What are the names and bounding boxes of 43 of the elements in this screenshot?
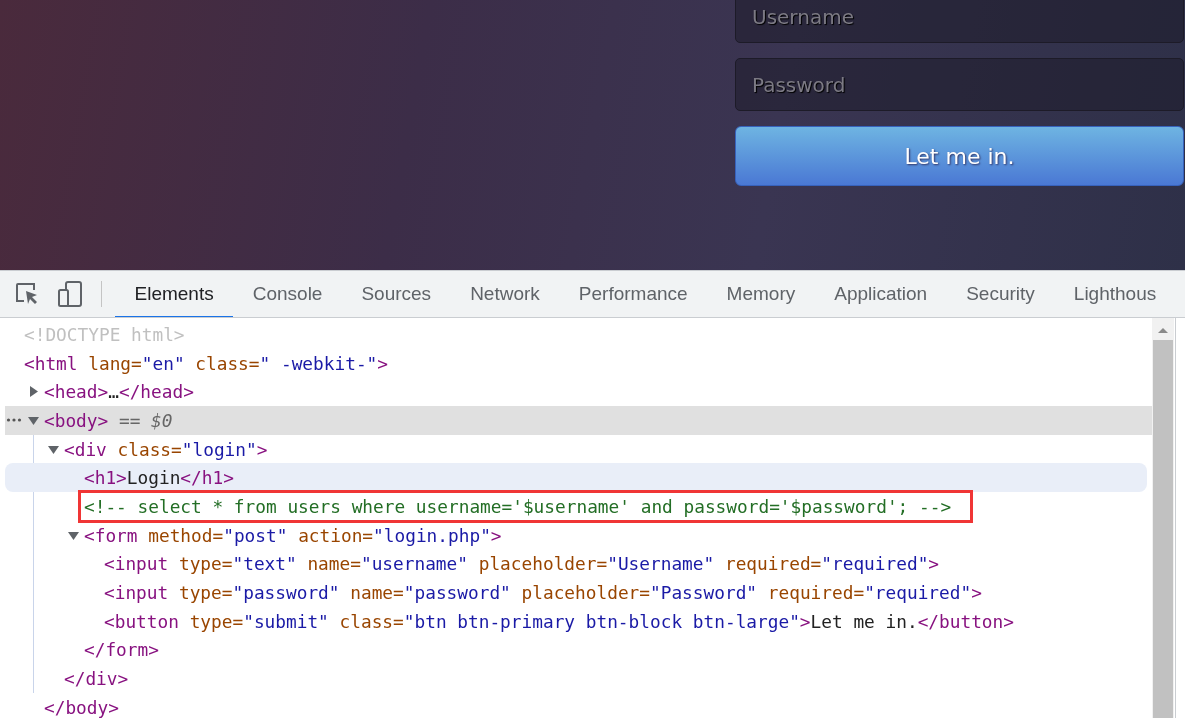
tree-row[interactable]: <form method="post" action="login.php"> <box>5 520 1152 550</box>
inspect-cursor-icon[interactable] <box>14 281 40 307</box>
code-line: <input type="password" name="password" placeholder="Password" required="required"> <box>104 582 982 604</box>
tree-row[interactable]: <input type="password" name="password" placeholder="Password" required="required"> <box>5 578 1152 607</box>
code-line: <h1>Login</h1> <box>84 467 234 489</box>
devtools-tab[interactable]: Network <box>450 271 560 317</box>
tree-row[interactable]: <div class="login"> <box>5 434 1152 464</box>
devtools-tab[interactable]: Memory <box>707 271 815 317</box>
tree-row[interactable]: <body> == $0 <box>5 406 1152 435</box>
tree-row[interactable]: <button type="submit" class="btn btn-primary btn-block btn-large">Let me in.</button> <box>5 606 1152 636</box>
code-line: </body> <box>44 696 119 718</box>
triangle-icon[interactable] <box>28 386 39 398</box>
code-line: <div class="login"> <box>64 438 268 460</box>
tree-row[interactable]: <input type="text" name="username" placeholder="Username" required="required"> <box>5 549 1152 579</box>
triangle-icon[interactable] <box>28 414 39 426</box>
code-line: <head>…</head> <box>44 381 194 403</box>
code-line: <body> == $0 <box>44 409 173 431</box>
tree-row[interactable]: <head>…</head> <box>5 377 1152 407</box>
device-toggle-icon[interactable] <box>57 280 83 308</box>
password-field[interactable]: Password <box>735 58 1184 111</box>
code-line: <input type="text" name="username" placeholder="Username" required="required"> <box>104 553 940 575</box>
triangle-icon[interactable] <box>68 529 79 541</box>
more-dots-icon[interactable] <box>6 417 22 424</box>
devtools-tab[interactable]: Console <box>233 271 342 317</box>
tree-row[interactable]: <html lang="en" class=" -webkit-"> <box>5 348 1152 378</box>
triangle-icon[interactable] <box>48 443 59 455</box>
code-line: </div> <box>64 668 129 690</box>
devtools-tab[interactable]: Sources <box>341 271 451 317</box>
code-line: <button type="submit" class="btn btn-primary btn-block btn-large">Let me in.</button> <box>104 610 1014 632</box>
devtools-tab[interactable]: Lighthous <box>1054 271 1176 317</box>
tree-row[interactable]: <!-- select * from users where username='$username' and password='$password'; --> <box>5 492 1152 521</box>
scroll-up-arrow-icon[interactable] <box>1157 326 1169 334</box>
devtools-tab[interactable]: Application <box>814 271 947 317</box>
username-field[interactable]: Username <box>735 0 1184 43</box>
scrollbar[interactable] <box>1152 318 1174 718</box>
code-line: <!DOCTYPE html> <box>24 323 185 345</box>
devtools-tab[interactable]: Security <box>946 271 1055 317</box>
code-line: </form> <box>84 639 159 661</box>
code-line: <form method="post" action="login.php"> <box>84 524 502 546</box>
code-line: <html lang="en" class=" -webkit-"> <box>24 352 388 374</box>
devtools-tab[interactable]: Elements <box>115 271 234 317</box>
devtools-tab[interactable]: Performance <box>559 271 708 317</box>
tree-row[interactable]: <h1>Login</h1> <box>5 463 1147 493</box>
